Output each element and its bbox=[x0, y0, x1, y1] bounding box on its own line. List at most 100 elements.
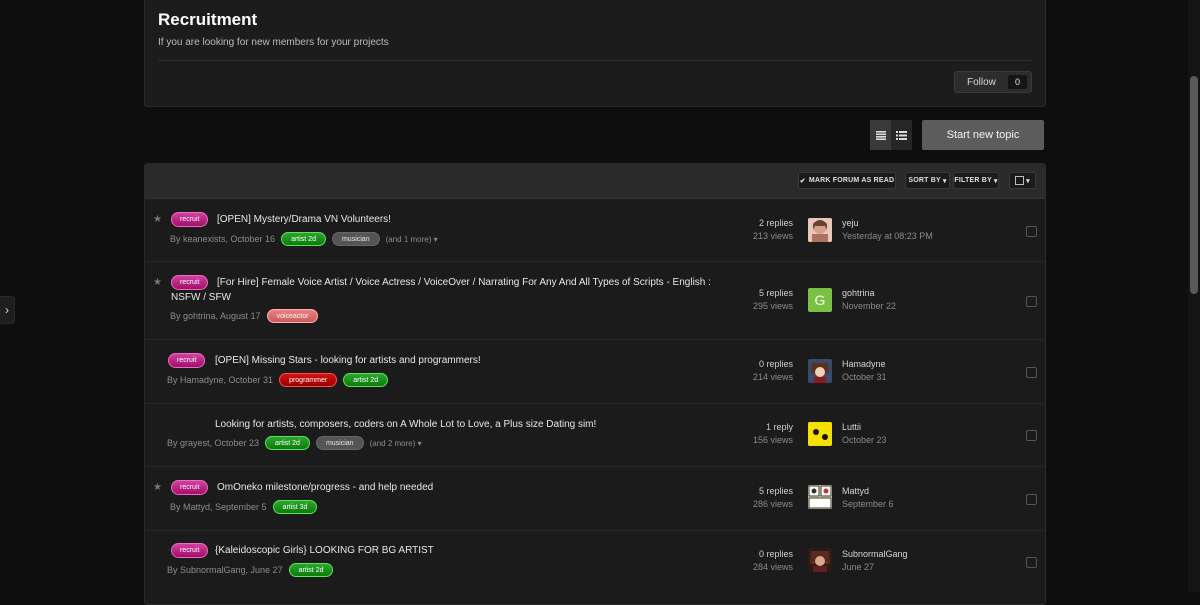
tag-pill[interactable]: musician bbox=[315, 436, 364, 450]
mark-forum-read-button[interactable]: ✔ MARK FORUM AS READ bbox=[798, 172, 896, 189]
topic-title-link[interactable]: [OPEN] Missing Stars - looking for artis… bbox=[215, 353, 481, 368]
more-tags-link[interactable]: (and 1 more) ▾ bbox=[386, 235, 438, 244]
topic-title-link[interactable]: OmOneko milestone/progress - and help ne… bbox=[217, 480, 433, 495]
view-count: 214 views bbox=[752, 372, 793, 382]
select-all-button[interactable]: ▾ bbox=[1009, 172, 1036, 189]
dark-anime-avatar-icon[interactable] bbox=[808, 548, 832, 572]
chevron-right-icon: › bbox=[5, 303, 9, 317]
start-new-topic-button[interactable]: Start new topic bbox=[922, 120, 1044, 150]
tag-pill[interactable]: voiceactor bbox=[266, 309, 319, 323]
scrollbar[interactable] bbox=[1188, 0, 1200, 592]
user-avatar-photo-icon[interactable] bbox=[808, 218, 832, 242]
topic-author[interactable]: By gohtrina, August 17 bbox=[170, 311, 261, 321]
reply-count: 2 replies bbox=[758, 218, 793, 228]
sort-by-label: SORT BY bbox=[908, 177, 941, 184]
follow-button[interactable]: Follow 0 bbox=[954, 71, 1032, 93]
avatar-letter: G bbox=[814, 292, 826, 308]
topic-list: ✔ MARK FORUM AS READ SORT BY ▾ FILTER BY… bbox=[144, 163, 1046, 605]
topic-meta: By gohtrina, August 17 voiceactor bbox=[170, 309, 319, 323]
letter-avatar-icon[interactable]: G bbox=[808, 288, 832, 312]
last-post-date[interactable]: October 23 bbox=[842, 434, 887, 447]
caret-down-icon: ▾ bbox=[993, 177, 998, 185]
view-count: 295 views bbox=[752, 301, 793, 311]
row-select-checkbox[interactable] bbox=[1026, 430, 1037, 441]
last-post-user[interactable]: Mattyd bbox=[842, 485, 894, 498]
topic-row[interactable]: ★ recruit [For Hire] Female Voice Artist… bbox=[145, 262, 1045, 340]
filter-by-button[interactable]: FILTER BY ▾ bbox=[953, 172, 999, 189]
topic-row[interactable]: ★ recruit OmOneko milestone/progress - a… bbox=[145, 467, 1045, 531]
forum-title: Recruitment bbox=[158, 10, 258, 29]
topic-row[interactable]: recruit {Kaleidoscopic Girls} LOOKING FO… bbox=[145, 531, 1045, 603]
scrollbar-thumb[interactable] bbox=[1190, 76, 1198, 294]
row-select-checkbox[interactable] bbox=[1026, 296, 1037, 307]
topic-author[interactable]: By Mattyd, September 5 bbox=[170, 502, 267, 512]
follow-label: Follow bbox=[967, 76, 996, 88]
last-post-user[interactable]: Hamadyne bbox=[842, 358, 887, 371]
smiley-face-avatar-icon[interactable] bbox=[808, 422, 832, 446]
topic-row[interactable]: Looking for artists, composers, coders o… bbox=[145, 404, 1045, 467]
last-post: Luttii October 23 bbox=[842, 421, 887, 447]
last-post-date[interactable]: October 31 bbox=[842, 371, 887, 384]
last-post-date[interactable]: June 27 bbox=[842, 561, 908, 574]
topic-meta: By Mattyd, September 5 artist 3d bbox=[170, 500, 318, 514]
more-tags-label: (and 2 more) bbox=[369, 438, 416, 448]
topic-stats: 1 reply 156 views bbox=[735, 421, 793, 447]
last-post: gohtrina November 22 bbox=[842, 287, 896, 313]
view-count: 156 views bbox=[752, 435, 793, 445]
more-tags-link[interactable]: (and 2 more) ▾ bbox=[370, 439, 422, 448]
reply-count: 5 replies bbox=[758, 486, 793, 496]
anime-avatar-icon[interactable] bbox=[808, 359, 832, 383]
star-icon[interactable]: ★ bbox=[153, 482, 162, 493]
topic-row[interactable]: ★ recruit [OPEN] Mystery/Drama VN Volunt… bbox=[145, 199, 1045, 262]
tag-pill[interactable]: artist 3d bbox=[272, 500, 318, 514]
list-view-icon[interactable] bbox=[870, 120, 891, 150]
recruit-prefix-tag[interactable]: recruit bbox=[168, 353, 206, 368]
sort-by-button[interactable]: SORT BY ▾ bbox=[905, 172, 950, 189]
row-select-checkbox[interactable] bbox=[1026, 494, 1037, 505]
last-post-user[interactable]: gohtrina bbox=[842, 287, 896, 300]
topic-stats: 2 replies 213 views bbox=[735, 217, 793, 243]
view-count: 284 views bbox=[752, 562, 793, 572]
topic-title-link[interactable]: {Kaleidoscopic Girls} LOOKING FOR BG ART… bbox=[215, 543, 434, 558]
last-post-date[interactable]: Yesterday at 08:23 PM bbox=[842, 230, 933, 243]
topic-author[interactable]: By SubnormalGang, June 27 bbox=[167, 565, 283, 575]
topic-author[interactable]: By keanexists, October 16 bbox=[170, 234, 275, 244]
topic-title-link[interactable]: Looking for artists, composers, coders o… bbox=[215, 417, 596, 432]
reply-count: 0 replies bbox=[758, 549, 793, 559]
last-post-user[interactable]: SubnormalGang bbox=[842, 548, 908, 561]
recruit-prefix-tag[interactable]: recruit bbox=[171, 212, 209, 227]
star-icon[interactable]: ★ bbox=[153, 214, 162, 225]
tag-pill[interactable]: artist 2d bbox=[265, 436, 310, 450]
comic-avatar-icon[interactable] bbox=[808, 485, 832, 509]
last-post-date[interactable]: November 22 bbox=[842, 300, 896, 313]
topic-title-link[interactable]: [For Hire] Female Voice Artist / Voice A… bbox=[171, 275, 731, 305]
tag-pill[interactable]: musician bbox=[331, 232, 380, 246]
follow-count-badge: 0 bbox=[1007, 75, 1027, 89]
topic-row[interactable]: recruit [OPEN] Missing Stars - looking f… bbox=[145, 340, 1045, 404]
recruit-prefix-tag[interactable]: recruit bbox=[171, 543, 209, 558]
tag-pill[interactable]: artist 2d bbox=[281, 232, 326, 246]
topic-author[interactable]: By grayest, October 23 bbox=[167, 438, 259, 448]
row-select-checkbox[interactable] bbox=[1026, 226, 1037, 237]
tag-pill[interactable]: artist 2d bbox=[343, 373, 389, 387]
checkmark-icon: ✔ bbox=[799, 177, 806, 185]
last-post-user[interactable]: Luttii bbox=[842, 421, 887, 434]
last-post-user[interactable]: yeju bbox=[842, 217, 933, 230]
topic-author[interactable]: By Hamadyne, October 31 bbox=[167, 375, 273, 385]
topic-title-link[interactable]: [OPEN] Mystery/Drama VN Volunteers! bbox=[217, 212, 391, 227]
condensed-view-icon[interactable] bbox=[891, 120, 912, 150]
topic-meta: By SubnormalGang, June 27 artist 2d bbox=[167, 563, 334, 577]
sidebar-expand-tab[interactable]: › bbox=[0, 296, 15, 324]
recruit-prefix-tag[interactable]: recruit bbox=[171, 480, 209, 495]
more-tags-label: (and 1 more) bbox=[385, 234, 432, 244]
reply-count: 0 replies bbox=[758, 359, 793, 369]
last-post-date[interactable]: September 6 bbox=[842, 498, 894, 511]
topic-stats: 5 replies 295 views bbox=[735, 287, 793, 313]
star-icon[interactable]: ★ bbox=[153, 277, 162, 288]
row-select-checkbox[interactable] bbox=[1026, 367, 1037, 378]
row-select-checkbox[interactable] bbox=[1026, 557, 1037, 568]
tag-pill[interactable]: artist 2d bbox=[288, 563, 334, 577]
topic-meta: By Hamadyne, October 31 programmer artis… bbox=[167, 373, 389, 387]
checkbox-icon bbox=[1015, 176, 1025, 185]
tag-pill[interactable]: programmer bbox=[279, 373, 338, 387]
